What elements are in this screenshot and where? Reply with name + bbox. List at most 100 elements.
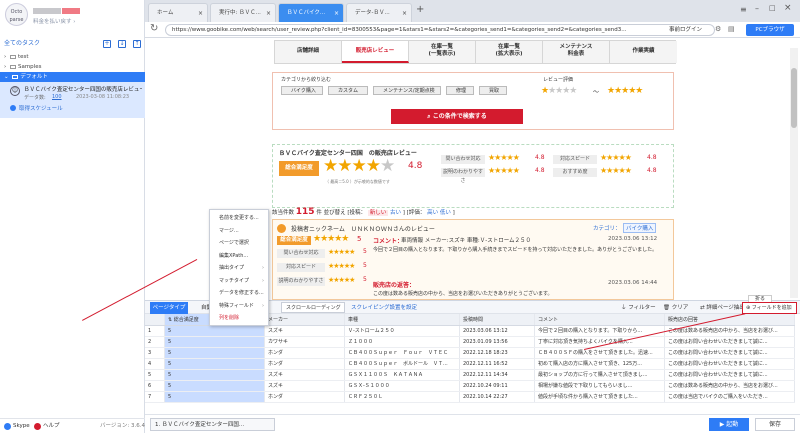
- filter-button[interactable]: ⏚ フィルター: [621, 303, 656, 311]
- column-header[interactable]: 車種: [345, 314, 460, 325]
- minimize-icon[interactable]: –: [755, 4, 759, 13]
- tree-item-default[interactable]: ⌄ デフォルト: [0, 72, 145, 82]
- table-cell: ＣＢ４００ＳＦの購入をさせて頂きました。迅速...: [535, 348, 665, 358]
- url-input[interactable]: https://www.goobike.com/web/search/user_…: [165, 24, 715, 36]
- chip-bike-purchase[interactable]: バイク購入: [281, 86, 323, 95]
- new-tab-icon[interactable]: +: [416, 4, 424, 15]
- close-icon[interactable]: ×: [402, 4, 407, 23]
- scroll-loading-select[interactable]: スクロールローディング ▾: [281, 302, 345, 321]
- table-cell: スズキ: [265, 370, 345, 380]
- chip-custom[interactable]: カスタム: [328, 86, 368, 95]
- menu-special-field[interactable]: 特殊フィールド ›: [210, 300, 268, 313]
- flow-settings-link[interactable]: スクレイピング設置を設定: [351, 303, 417, 311]
- table-row[interactable]: 6 5 スズキ ＧＳＸ-Ｓ１０００ 2022.10.24 09:11 相場が嫌な値段で下取…: [145, 381, 795, 392]
- tab-bvc-page[interactable]: ＢＶＣバイク... ×: [278, 3, 344, 22]
- rating-max-stars[interactable]: ★★★★★: [607, 86, 643, 96]
- scrollbar-thumb[interactable]: [791, 68, 797, 128]
- help-icon[interactable]: [34, 423, 41, 430]
- clear-button[interactable]: 🗑 クリア: [663, 303, 688, 311]
- menu-icon[interactable]: ≡: [740, 5, 747, 14]
- reader-icon[interactable]: ▤: [728, 25, 735, 33]
- chip-maintenance[interactable]: メンテナンス/定期点検: [373, 86, 441, 95]
- table-row[interactable]: 7 5 ホンダ ＣＲＦ２５０Ｌ 2022.10.14 22:27 値段が手頃な件から購入さ…: [145, 392, 795, 403]
- table-row[interactable]: 2 5 カワサキ Ｚ１０００ 2023.01.09 13:56 丁寧に対応頂き気持ちよくバ…: [145, 337, 795, 348]
- refund-link[interactable]: 料金を払い戻す ›: [33, 17, 75, 25]
- review-card: 投稿者ニックネーム ＵＮＫＮＯＷＮさんのレビュー カテゴリ： バイク購入 総合満…: [272, 219, 674, 300]
- column-header[interactable]: コメント: [535, 314, 665, 325]
- menu-merge[interactable]: マージ...: [210, 225, 268, 238]
- card-item-label: 説明のわかりやすさ: [277, 277, 325, 286]
- rating-low-link[interactable]: 低い: [440, 210, 451, 216]
- import-icon[interactable]: ↓: [118, 40, 126, 48]
- detail-page-button[interactable]: ⇄ 詳細ページ抽出: [700, 303, 745, 311]
- close-icon[interactable]: ×: [198, 4, 203, 23]
- column-header[interactable]: メーカー: [265, 314, 345, 325]
- skype-icon[interactable]: [4, 423, 11, 430]
- search-button[interactable]: ⌕ この条件で検索する: [391, 109, 523, 124]
- tree-item-samples[interactable]: › Samples: [0, 62, 145, 72]
- tab-data[interactable]: データ-ＢＶ... ×: [346, 3, 412, 22]
- nav-maintenance[interactable]: メンテナンス 料金表: [543, 41, 610, 63]
- task-count[interactable]: 100: [52, 94, 62, 100]
- export-icon[interactable]: ↑: [133, 40, 141, 48]
- rating-min-stars[interactable]: ★★★★★: [541, 86, 577, 96]
- nav-stock-large[interactable]: 在庫一覧 (拡大表示): [476, 41, 543, 63]
- sort-old-link[interactable]: 古い: [390, 210, 401, 216]
- reload-icon[interactable]: ↻: [150, 23, 158, 34]
- save-button[interactable]: 保存: [755, 418, 795, 431]
- category-tag[interactable]: バイク購入: [623, 223, 657, 233]
- maximize-icon[interactable]: □: [769, 4, 776, 12]
- rating-high-link[interactable]: 高い: [427, 210, 438, 216]
- table-row[interactable]: 3 5 ホンダ ＣＢ４００Ｓｕｐｅｒ Ｆｏｕｒ ＶＴＥＣ 2022.12.18 18:2…: [145, 348, 795, 359]
- window-close-icon[interactable]: ×: [784, 3, 792, 13]
- menu-select-in-page[interactable]: ページで選択: [210, 237, 268, 250]
- table-cell: Ｚ１０００: [345, 337, 460, 347]
- chip-repair[interactable]: 修理: [446, 86, 474, 95]
- menu-delete-column[interactable]: 列を削除: [210, 312, 268, 325]
- menu-extract-type[interactable]: 抽出タイプ ›: [210, 262, 268, 275]
- close-icon[interactable]: ×: [334, 4, 339, 23]
- tab-home[interactable]: ホーム ×: [148, 3, 208, 22]
- menu-match-type[interactable]: マッチタイプ ›: [210, 275, 268, 288]
- nav-shop-detail[interactable]: 店舗詳細: [275, 41, 342, 63]
- category-label: カテゴリ：: [593, 226, 621, 232]
- menu-rename[interactable]: 名前を変更する...: [210, 212, 268, 225]
- nav-stock-list[interactable]: 在庫一覧 (一覧表示): [409, 41, 476, 63]
- all-tasks-header[interactable]: 全てのタスク + ↓ ↑: [0, 38, 145, 50]
- menu-modify-data[interactable]: データを修正する...: [210, 287, 268, 300]
- page-scrollbar[interactable]: [790, 48, 798, 298]
- table-row[interactable]: 5 5 スズキ ＧＳＸ１１００Ｓ ＫＡＴＡＮＡ 2022.12.11 14:34 最初ショ…: [145, 370, 795, 381]
- chip-buyback[interactable]: 買取: [479, 86, 507, 95]
- table-row[interactable]: 4 5 ホンダ ＣＢ４００Ｓｕｐｅｒ ボルドール ＶＴ... 2022.12.11 16…: [145, 359, 795, 370]
- sort-new-link[interactable]: 新しい: [367, 210, 389, 216]
- login-button[interactable]: 事前ログイン: [669, 25, 702, 33]
- new-folder-icon[interactable]: +: [103, 40, 111, 48]
- table-cell: この度はお問い合わせいただきまして誠に...: [665, 348, 795, 358]
- table-row[interactable]: 1 5 スズキ Ｖ-ストローム２５０ 2023.03.06 13:12 今回で２回目の購入…: [145, 326, 795, 337]
- tab-running[interactable]: 実行中: ＢＶＣ... ×: [210, 3, 276, 22]
- settings-icon[interactable]: ⚙: [715, 25, 721, 33]
- skype-link[interactable]: Skype: [13, 419, 30, 434]
- item-score: 4.8: [535, 154, 545, 161]
- help-link[interactable]: ヘルプ: [43, 419, 60, 434]
- menu-edit-xpath[interactable]: 編集XPath...: [210, 250, 268, 263]
- table-cell: この度は数ある販売店の中から、当店をお選び...: [665, 381, 795, 391]
- close-icon[interactable]: ×: [266, 4, 271, 23]
- add-field-button[interactable]: ⊕ フィールドを追加: [742, 302, 797, 314]
- workflow-tab[interactable]: 1. ＢＶＣバイク査定センター四国...: [150, 418, 275, 431]
- table-cell: 5: [165, 392, 265, 402]
- card-item-score: 5: [363, 248, 367, 255]
- pc-browser-button[interactable]: PCブラウザ: [746, 24, 794, 36]
- table-cell: 5: [165, 348, 265, 358]
- item-score: 4.8: [647, 154, 657, 161]
- page-type-tab[interactable]: ページタイプ: [150, 302, 188, 314]
- table-cell: ホンダ: [265, 392, 345, 402]
- table-cell: 5: [165, 370, 265, 380]
- nav-shop-review[interactable]: 販売店レビュー: [342, 41, 409, 63]
- run-button[interactable]: ▶ 起動: [709, 418, 749, 431]
- nav-work-results[interactable]: 作業実績: [610, 41, 677, 63]
- task-item[interactable]: ☺ ＢＶＣバイク査定センター四国の販売店レビュー データ数: 100 2023-…: [0, 82, 145, 118]
- tree-item-test[interactable]: › test: [0, 52, 145, 62]
- column-header[interactable]: 投稿時間: [460, 314, 535, 325]
- task-status[interactable]: 取得スケジュール: [19, 104, 63, 112]
